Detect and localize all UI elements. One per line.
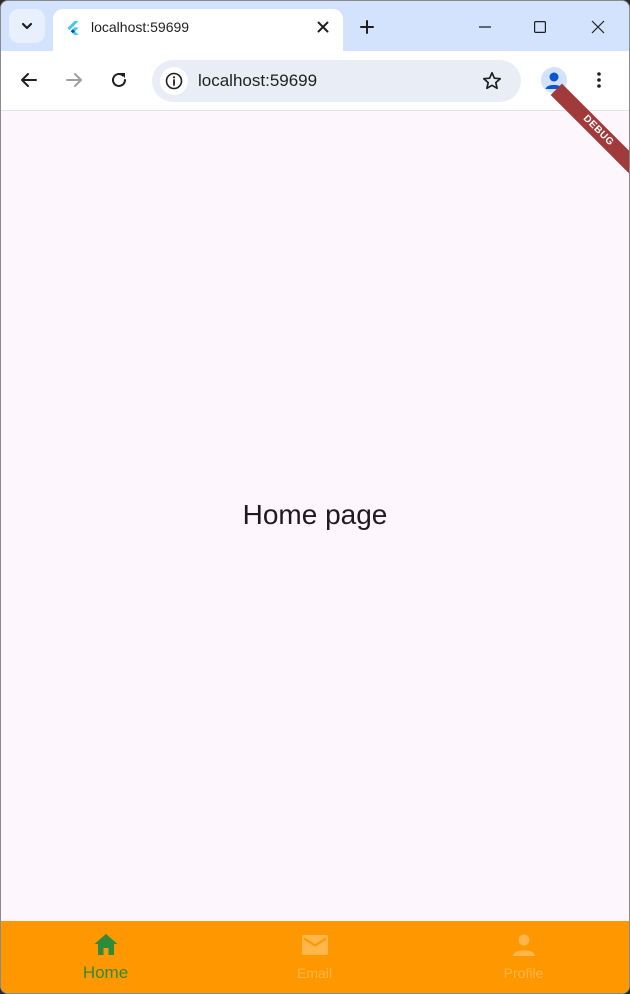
url-text[interactable]: localhost:59699 — [198, 71, 317, 91]
nav-item-email[interactable]: Email — [210, 921, 419, 993]
nav-item-home[interactable]: Home — [1, 921, 210, 993]
minimize-button[interactable] — [470, 13, 500, 41]
plus-icon — [360, 20, 374, 34]
back-button[interactable] — [15, 66, 43, 94]
forward-button[interactable] — [60, 66, 88, 94]
star-icon — [482, 71, 502, 90]
site-info-button[interactable] — [160, 67, 188, 95]
home-icon — [94, 934, 117, 955]
tab-strip: localhost:59699 — [1, 1, 629, 51]
maximize-button[interactable] — [525, 13, 555, 41]
minimize-icon — [479, 26, 491, 28]
nav-label-home: Home — [82, 963, 129, 982]
kebab-menu-icon — [597, 72, 601, 88]
arrow-left-icon — [21, 73, 37, 87]
reload-button[interactable] — [105, 66, 133, 94]
browser-menu-button[interactable] — [585, 66, 613, 94]
bottom-navigation-bar: Home Email Profile — [1, 921, 629, 993]
maximize-icon — [534, 21, 546, 33]
arrow-right-icon — [66, 73, 82, 87]
tab-search-button[interactable] — [9, 9, 45, 43]
nav-label-email: Email — [296, 965, 332, 981]
nav-item-profile[interactable]: Profile — [419, 921, 628, 993]
flutter-icon — [67, 21, 79, 35]
tab-close-button[interactable] — [313, 17, 333, 37]
nav-label-profile: Profile — [503, 965, 544, 981]
close-icon — [317, 21, 329, 33]
close-window-button[interactable] — [583, 13, 613, 41]
page-title: Home page — [242, 499, 388, 530]
person-icon — [512, 934, 535, 956]
email-icon — [301, 935, 328, 955]
page-content: Home page DEBUG — [1, 83, 629, 921]
browser-tab[interactable]: localhost:59699 — [53, 9, 343, 51]
browser-toolbar: localhost:59699 — [1, 51, 629, 111]
chevron-down-icon — [21, 22, 33, 30]
address-bar[interactable]: localhost:59699 — [152, 60, 521, 102]
browser-window: localhost:59699 localhost:59699 Home pag… — [0, 0, 630, 994]
new-tab-button[interactable] — [355, 15, 379, 39]
bookmark-button[interactable] — [481, 70, 503, 92]
tab-title: localhost:59699 — [91, 19, 190, 35]
reload-icon — [112, 72, 126, 87]
info-icon — [165, 72, 183, 90]
close-icon — [591, 20, 605, 34]
